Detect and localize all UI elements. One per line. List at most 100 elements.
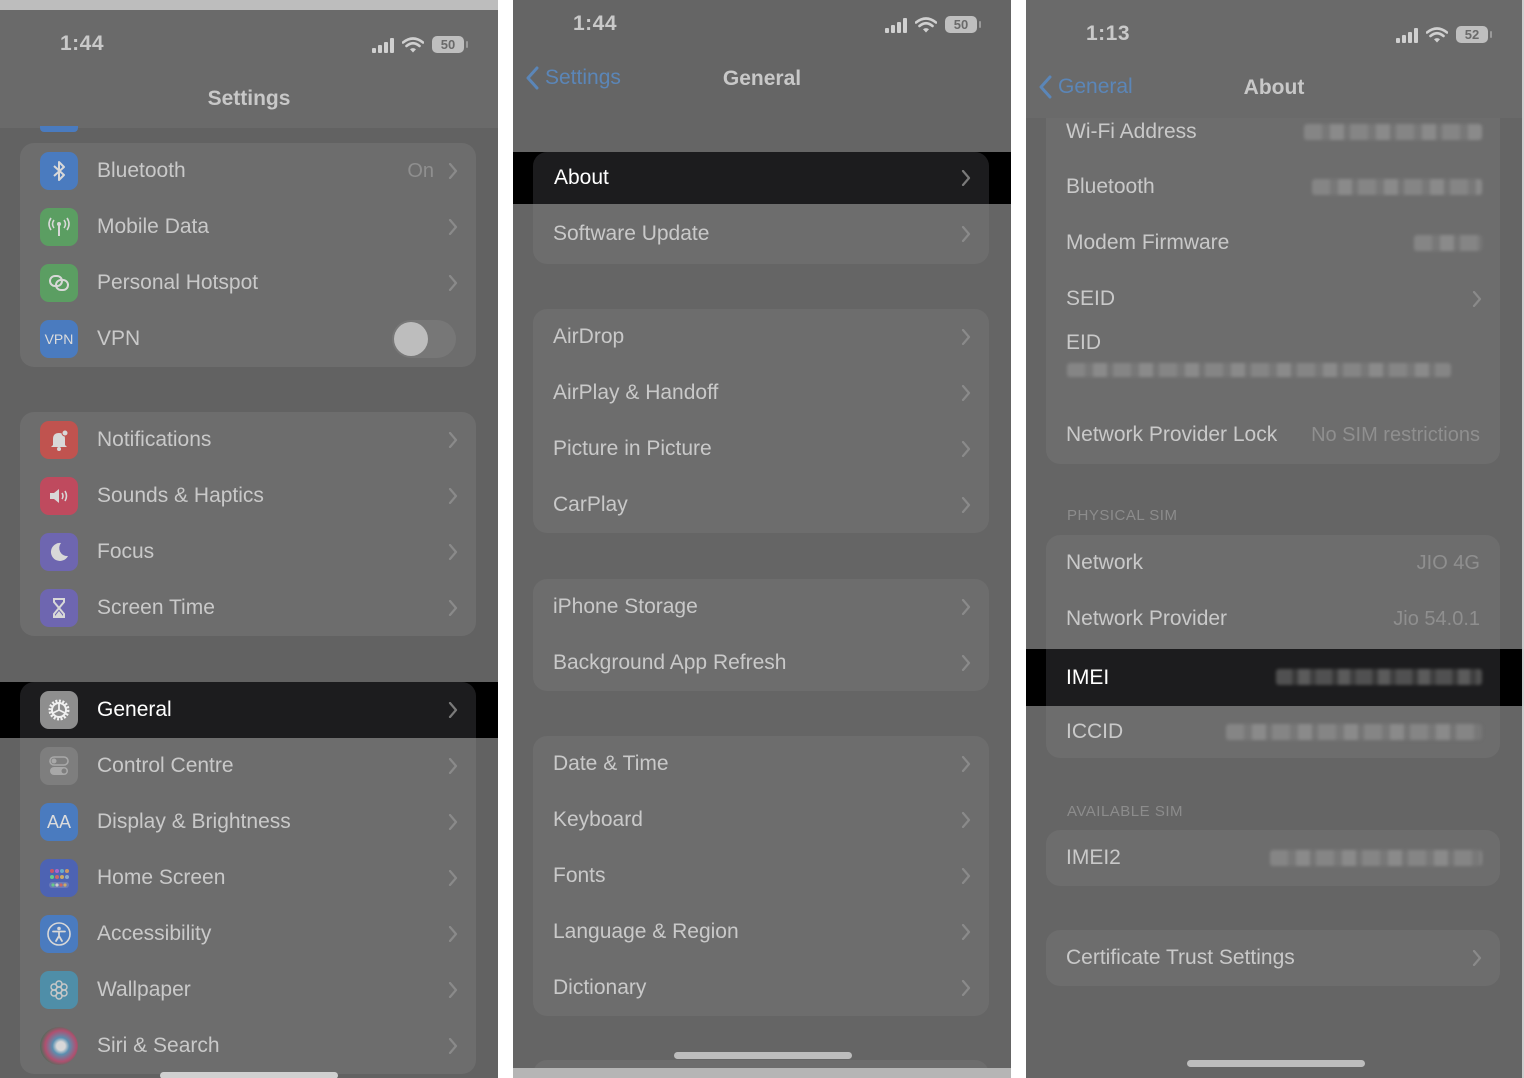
general-row-keyboard[interactable]: Keyboard [533, 792, 989, 848]
iccid-group: ICCID [1046, 706, 1500, 758]
row-value: No SIM restrictions [1311, 423, 1480, 446]
chevron-right-icon [448, 702, 458, 718]
row-label: Software Update [553, 222, 710, 245]
general-row-date-time[interactable]: Date & Time [533, 736, 989, 792]
row-label: Modem Firmware [1066, 231, 1230, 254]
bottom-border [513, 1068, 1011, 1078]
row-label: IMEI [1066, 665, 1110, 689]
cellular-signal-icon [885, 17, 907, 33]
about-screen: 1:13 52 General About Wi-Fi Address Blue… [1026, 0, 1524, 1078]
about-info-group: Wi-Fi Address Bluetooth Modem Firmware S… [1046, 118, 1500, 464]
about-row-imei[interactable]: IMEI [1026, 649, 1522, 706]
flower-icon [40, 971, 78, 1009]
settings-row-control-centre[interactable]: Control Centre [20, 738, 476, 794]
row-label: Network Provider [1066, 607, 1228, 630]
row-label: Keyboard [553, 808, 643, 831]
redacted-value [1312, 179, 1482, 195]
settings-screen: 1:44 50 Settings Bluetooth On Mobile Dat… [0, 0, 498, 1078]
general-row-iphone-storage[interactable]: iPhone Storage [533, 579, 989, 635]
chevron-right-icon [448, 488, 458, 504]
general-group-3: iPhone Storage Background App Refresh [533, 579, 989, 691]
settings-row-mobile-data[interactable]: Mobile Data [20, 199, 476, 255]
about-row-seid[interactable]: SEID [1046, 271, 1500, 327]
general-row-about[interactable]: About [513, 152, 1011, 204]
certificate-group: Certificate Trust Settings [1046, 930, 1500, 986]
chevron-right-icon [448, 275, 458, 291]
settings-row-accessibility[interactable]: Accessibility [20, 906, 476, 962]
about-row-certificate-trust-settings[interactable]: Certificate Trust Settings [1046, 930, 1500, 986]
general-group-4: Date & Time Keyboard Fonts Language & Re… [533, 736, 989, 1016]
general-row-dictionary[interactable]: Dictionary [533, 960, 989, 1016]
settings-row-sounds-haptics[interactable]: Sounds & Haptics [20, 468, 476, 524]
settings-row-screen-time[interactable]: Screen Time [20, 580, 476, 636]
chevron-right-icon [448, 1038, 458, 1054]
settings-row-personal-hotspot[interactable]: Personal Hotspot [20, 255, 476, 311]
general-row-picture-in-picture[interactable]: Picture in Picture [533, 421, 989, 477]
redacted-value [1270, 850, 1482, 866]
status-time: 1:44 [60, 32, 105, 55]
speaker-icon [40, 477, 78, 515]
row-label: Network Provider Lock [1066, 423, 1278, 446]
row-value: JIO 4G [1416, 551, 1480, 574]
settings-row-display-brightness[interactable]: AA Display & Brightness [20, 794, 476, 850]
battery-icon: 52 [1456, 26, 1492, 43]
row-label: Language & Region [553, 920, 739, 943]
physical-sim-header: PHYSICAL SIM [1067, 507, 1178, 524]
row-label: Mobile Data [97, 215, 210, 238]
bell-icon [40, 421, 78, 459]
status-bar: 1:44 50 [0, 24, 498, 64]
settings-row-focus[interactable]: Focus [20, 524, 476, 580]
chevron-right-icon [961, 980, 971, 996]
row-label: Background App Refresh [553, 651, 787, 674]
row-label: IMEI2 [1066, 846, 1121, 869]
row-label: Display & Brightness [97, 810, 291, 833]
chevron-right-icon [448, 544, 458, 560]
general-row-carplay[interactable]: CarPlay [533, 477, 989, 533]
general-row-software-update[interactable]: Software Update [533, 204, 989, 264]
settings-row-siri-search[interactable]: Siri & Search [20, 1018, 476, 1074]
general-row-airdrop[interactable]: AirDrop [533, 309, 989, 365]
chevron-right-icon [961, 497, 971, 513]
row-label: CarPlay [553, 493, 628, 516]
settings-row-wallpaper[interactable]: Wallpaper [20, 962, 476, 1018]
redacted-value [1276, 669, 1482, 685]
status-time: 1:44 [573, 12, 618, 35]
row-label: Certificate Trust Settings [1066, 946, 1295, 969]
general-row-fonts[interactable]: Fonts [533, 848, 989, 904]
chevron-right-icon [961, 329, 971, 345]
partial-icon [40, 126, 78, 132]
row-label: VPN [97, 327, 141, 350]
hourglass-icon [40, 589, 78, 627]
bluetooth-status: On [407, 159, 434, 182]
row-label: Date & Time [553, 752, 669, 775]
status-bar: 1:13 52 [1026, 14, 1522, 54]
settings-row-home-screen[interactable]: Home Screen [20, 850, 476, 906]
settings-row-bluetooth[interactable]: Bluetooth On [20, 143, 476, 199]
chevron-right-icon [961, 226, 971, 242]
redacted-value [1067, 363, 1451, 377]
settings-row-notifications[interactable]: Notifications [20, 412, 476, 468]
text-size-icon: AA [40, 803, 78, 841]
top-border [0, 0, 498, 10]
chevron-right-icon [961, 170, 971, 186]
general-row-airplay-handoff[interactable]: AirPlay & Handoff [533, 365, 989, 421]
chevron-right-icon [961, 812, 971, 828]
siri-icon [40, 1027, 78, 1065]
wifi-icon [402, 37, 424, 53]
alerts-group: Notifications Sounds & Haptics Focus Scr… [20, 412, 476, 636]
row-label: Network [1066, 551, 1144, 574]
page-title: Settings [207, 87, 291, 110]
row-label: ICCID [1066, 720, 1124, 743]
switches-icon [40, 747, 78, 785]
about-row-modem-firmware: Modem Firmware [1046, 215, 1500, 271]
row-label: Home Screen [97, 866, 226, 889]
settings-row-general[interactable]: General [0, 682, 498, 738]
row-label: AirDrop [553, 325, 625, 348]
general-row-language-region[interactable]: Language & Region [533, 904, 989, 960]
app-grid-icon [40, 859, 78, 897]
battery-icon: 50 [945, 16, 981, 33]
vpn-toggle[interactable] [392, 320, 456, 358]
general-row-background-app-refresh[interactable]: Background App Refresh [533, 635, 989, 691]
chevron-right-icon [961, 868, 971, 884]
row-label: Wallpaper [97, 978, 191, 1001]
